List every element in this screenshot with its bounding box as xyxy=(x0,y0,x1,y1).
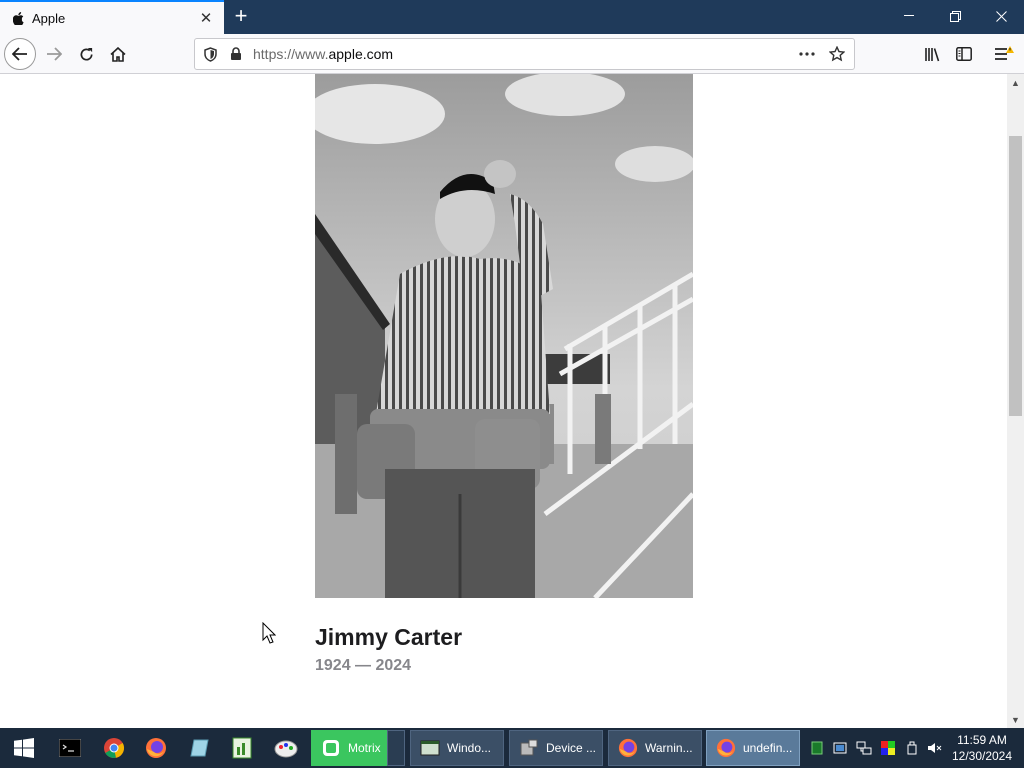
scroll-down-arrow-icon[interactable]: ▼ xyxy=(1007,711,1024,728)
terminal-icon[interactable] xyxy=(50,732,90,764)
page-actions-icon[interactable] xyxy=(794,41,820,67)
person-name: Jimmy Carter xyxy=(315,624,463,650)
sidebar-button[interactable] xyxy=(948,38,980,70)
back-button[interactable] xyxy=(4,38,36,70)
spreadsheet-icon[interactable] xyxy=(222,732,262,764)
tray-color-icon[interactable] xyxy=(878,738,898,758)
library-button[interactable] xyxy=(916,38,948,70)
taskbar: Motrix Windo... Device ... Warnin... und… xyxy=(0,728,1024,768)
scroll-thumb[interactable] xyxy=(1009,136,1022,416)
paint-icon[interactable] xyxy=(266,732,306,764)
portrait-photo xyxy=(315,74,693,598)
task-device-manager[interactable]: Device ... xyxy=(509,730,603,766)
new-tab-button[interactable]: + xyxy=(229,5,253,29)
task-motrix-secondary[interactable] xyxy=(387,730,405,766)
tray-green-app-icon[interactable] xyxy=(807,738,827,758)
task-label: Windo... xyxy=(447,741,492,755)
home-button[interactable] xyxy=(102,38,134,70)
forward-button[interactable] xyxy=(38,38,70,70)
reload-icon xyxy=(80,47,93,60)
apple-logo-icon xyxy=(10,10,26,26)
hamburger-menu-icon xyxy=(995,46,1014,60)
library-icon xyxy=(924,47,939,61)
lock-icon[interactable] xyxy=(225,43,247,65)
motrix-icon xyxy=(320,737,342,759)
tracking-shield-icon[interactable] xyxy=(199,43,221,65)
task-label: undefin... xyxy=(743,741,793,755)
system-clock[interactable]: 11:59 AM 12/30/2024 xyxy=(946,732,1018,764)
home-icon xyxy=(110,46,126,62)
firefox-icon[interactable] xyxy=(136,732,176,764)
life-dates: 1924 — 2024 xyxy=(315,657,412,674)
vertical-scrollbar[interactable]: ▲ ▼ xyxy=(1007,74,1024,728)
firefox-icon xyxy=(617,737,639,759)
back-arrow-icon xyxy=(12,47,27,61)
forward-arrow-icon xyxy=(47,47,62,61)
window-icon xyxy=(419,737,441,759)
clock-time: 11:59 AM xyxy=(957,733,1007,747)
task-motrix[interactable]: Motrix xyxy=(311,730,387,766)
task-undefined-firefox[interactable]: undefin... xyxy=(706,730,800,766)
page-content: Jimmy Carter 1924 — 2024 xyxy=(0,74,1007,728)
url-text[interactable]: https://www.apple.com xyxy=(253,46,794,62)
close-tab-icon[interactable]: ✕ xyxy=(196,8,216,28)
scroll-up-arrow-icon[interactable]: ▲ xyxy=(1007,74,1024,91)
task-windows[interactable]: Windo... xyxy=(410,730,504,766)
url-host: apple.com xyxy=(328,46,394,62)
reload-button[interactable] xyxy=(70,38,102,70)
bookmark-star-icon[interactable] xyxy=(824,41,850,67)
restore-button[interactable] xyxy=(932,0,978,32)
navigation-bar: https://www.apple.com xyxy=(0,34,1024,74)
tab-apple[interactable]: Apple ✕ xyxy=(0,0,224,34)
clock-date: 12/30/2024 xyxy=(951,749,1013,763)
mouse-cursor-icon xyxy=(262,621,277,649)
firefox-icon xyxy=(715,737,737,759)
sidebar-icon xyxy=(956,47,972,61)
start-icon[interactable] xyxy=(4,732,44,764)
chrome-icon[interactable] xyxy=(94,732,134,764)
task-label: Warnin... xyxy=(645,741,693,755)
tab-title: Apple xyxy=(32,10,66,26)
close-window-button[interactable] xyxy=(978,0,1024,32)
minimize-button[interactable] xyxy=(886,0,932,32)
task-label: Device ... xyxy=(546,741,597,755)
tray-usb-icon[interactable] xyxy=(902,738,922,758)
tray-window-icon[interactable] xyxy=(830,738,850,758)
task-label: Motrix xyxy=(348,741,381,755)
device-icon xyxy=(518,737,540,759)
url-prefix: https://www. xyxy=(253,46,329,62)
volume-muted-icon[interactable] xyxy=(925,738,945,758)
tab-strip: Apple ✕ + xyxy=(0,0,1024,34)
notes-icon[interactable] xyxy=(180,732,220,764)
tray-network-icon[interactable] xyxy=(854,738,874,758)
task-warning-firefox[interactable]: Warnin... xyxy=(608,730,702,766)
address-bar[interactable]: https://www.apple.com xyxy=(194,38,855,70)
menu-button[interactable] xyxy=(988,38,1020,70)
